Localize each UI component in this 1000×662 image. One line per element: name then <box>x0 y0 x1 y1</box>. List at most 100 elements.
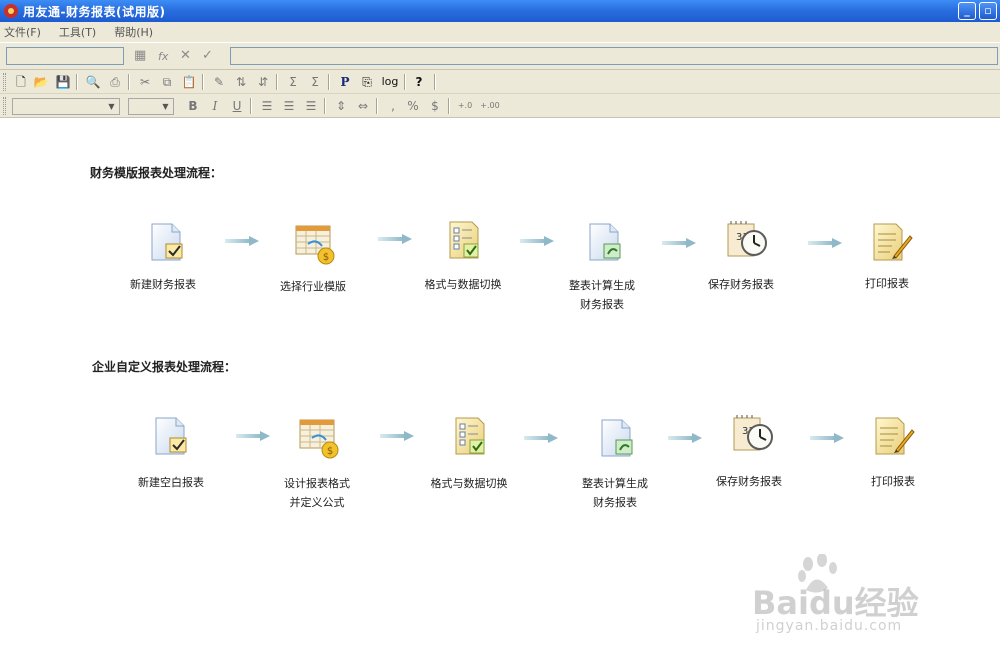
sort-desc-icon[interactable]: ⇅ <box>232 73 250 91</box>
fx-icon[interactable]: fx <box>158 50 168 63</box>
font-size-select[interactable]: ▼ <box>128 98 174 115</box>
flow-arrow-icon <box>520 236 554 246</box>
decrease-decimal-icon[interactable]: +.00 <box>478 97 502 115</box>
cut-icon[interactable]: ✂ <box>136 73 154 91</box>
function-list-icon[interactable]: ▦ <box>134 48 146 63</box>
menu-tools[interactable]: 工具(T) <box>59 24 96 40</box>
app-window: 用友通-财务报表(试用版) _ ▫ 文件(F) 工具(T) 帮助(H) ▦ fx… <box>0 0 1000 662</box>
flow-arrow-icon <box>225 236 259 246</box>
thousands-separator-icon[interactable]: , <box>384 97 402 115</box>
step-label-line: 设计报表格式 <box>284 477 350 490</box>
flow-arrow-icon <box>378 234 412 244</box>
menu-file[interactable]: 文件(F) <box>4 24 41 40</box>
step-label: 格式与数据切换 <box>430 477 508 490</box>
align-left-icon[interactable]: ☰ <box>258 97 276 115</box>
align-center-icon[interactable]: ☰ <box>280 97 298 115</box>
open-folder-icon[interactable]: 📂 <box>32 73 50 91</box>
toolbar-grip[interactable] <box>3 97 6 115</box>
currency-icon[interactable]: $ <box>426 97 444 115</box>
window-title: 用友通-财务报表(试用版) <box>23 4 166 19</box>
flow-arrow-icon <box>668 433 702 443</box>
paste-icon[interactable]: 📋 <box>180 73 198 91</box>
toolbar-separator <box>76 74 78 90</box>
step-label: 保存财务报表 <box>716 475 782 488</box>
select-template-icon[interactable] <box>290 218 338 266</box>
title-bar[interactable]: 用友通-财务报表(试用版) _ ▫ <box>0 0 1000 22</box>
design-format-icon[interactable] <box>294 412 342 460</box>
menu-help[interactable]: 帮助(H) <box>114 24 153 40</box>
formula-input[interactable] <box>230 47 998 65</box>
toolbar-grip[interactable] <box>3 73 6 91</box>
increase-decimal-icon[interactable]: +.0 <box>454 97 476 115</box>
sum-row-icon[interactable]: Σ <box>306 73 324 91</box>
print-report-icon[interactable] <box>866 218 914 266</box>
cancel-formula-icon[interactable]: ✕ <box>180 48 191 63</box>
calculate-report-icon[interactable] <box>580 218 628 266</box>
italic-icon[interactable]: I <box>206 97 224 115</box>
watermark-url: jingyan.baidu.com <box>756 618 903 634</box>
sort-asc-icon[interactable]: ⇵ <box>254 73 272 91</box>
step-label: 新建空白报表 <box>138 476 204 489</box>
baidu-watermark: Baidu经验 jingyan.baidu.com <box>744 554 944 646</box>
toolbar-separator <box>128 74 130 90</box>
p-icon[interactable]: P <box>336 73 354 91</box>
step-label-line: 并定义公式 <box>289 496 345 509</box>
print-preview-icon[interactable]: 🔍 <box>84 73 102 91</box>
format-painter-icon[interactable]: ✎ <box>210 73 228 91</box>
chevron-down-icon: ▼ <box>162 102 169 111</box>
step-label: 新建财务报表 <box>130 278 196 291</box>
save-report-icon[interactable] <box>722 216 770 264</box>
toolbar-separator <box>448 98 450 114</box>
toolbar-separator <box>434 74 436 90</box>
format-data-toggle-icon[interactable] <box>440 216 488 264</box>
underline-icon[interactable]: U <box>228 97 246 115</box>
toolbar-separator <box>324 98 326 114</box>
font-name-select[interactable]: ▼ <box>12 98 120 115</box>
calculate-report-icon[interactable] <box>592 414 640 462</box>
save-icon[interactable]: 💾 <box>54 73 72 91</box>
menu-bar: 文件(F) 工具(T) 帮助(H) <box>0 22 1000 42</box>
bold-icon[interactable]: B <box>184 97 202 115</box>
cell-reference-input[interactable] <box>6 47 124 65</box>
flow-arrow-icon <box>524 433 558 443</box>
step-label: 整表计算生成 财务报表 <box>560 474 670 512</box>
section-title-custom-flow: 企业自定义报表处理流程： <box>92 360 237 374</box>
app-logo-icon <box>4 4 18 18</box>
copy-icon[interactable]: ⧉ <box>158 73 176 91</box>
align-right-icon[interactable]: ☰ <box>302 97 320 115</box>
toolbar-separator <box>328 74 330 90</box>
percent-icon[interactable]: % <box>404 97 422 115</box>
step-label: 选择行业模版 <box>280 280 346 293</box>
column-width-icon[interactable]: ⇔ <box>354 97 372 115</box>
sum-icon[interactable]: Σ <box>284 73 302 91</box>
row-height-icon[interactable]: ⇕ <box>332 97 350 115</box>
step-label: 格式与数据切换 <box>424 278 502 291</box>
step-label: 打印报表 <box>865 277 909 290</box>
minimize-button[interactable]: _ <box>958 2 976 20</box>
toolbar-separator <box>202 74 204 90</box>
flow-arrow-icon <box>236 431 270 441</box>
new-file-icon[interactable]: 🗋 <box>12 73 30 91</box>
restore-button[interactable]: ▫ <box>979 2 997 20</box>
new-blank-report-icon[interactable] <box>146 412 194 460</box>
flow-arrow-icon <box>380 431 414 441</box>
print-report-icon[interactable] <box>868 412 916 460</box>
step-label-line: 财务报表 <box>580 298 624 311</box>
print-icon[interactable]: ⎙ <box>106 73 124 91</box>
format-data-toggle-icon[interactable] <box>446 412 494 460</box>
new-report-icon[interactable] <box>142 218 190 266</box>
flow-arrow-icon <box>808 238 842 248</box>
toolbar-separator <box>376 98 378 114</box>
flow-arrow-icon <box>810 433 844 443</box>
standard-toolbar: 🗋 📂 💾 🔍 ⎙ ✂ ⧉ 📋 ✎ ⇅ ⇵ Σ Σ P ⎘ log ? <box>0 70 1000 94</box>
save-report-icon[interactable] <box>728 410 776 458</box>
log-icon[interactable]: log <box>378 73 402 91</box>
step-label-line: 财务报表 <box>593 496 637 509</box>
context-help-icon[interactable]: ? <box>410 73 428 91</box>
confirm-formula-icon[interactable]: ✓ <box>202 48 213 63</box>
toolbar-separator <box>276 74 278 90</box>
step-label-line: 整表计算生成 <box>582 477 648 490</box>
edit-icon[interactable]: ⎘ <box>358 73 376 91</box>
step-label: 保存财务报表 <box>708 278 774 291</box>
toolbar-separator <box>250 98 252 114</box>
